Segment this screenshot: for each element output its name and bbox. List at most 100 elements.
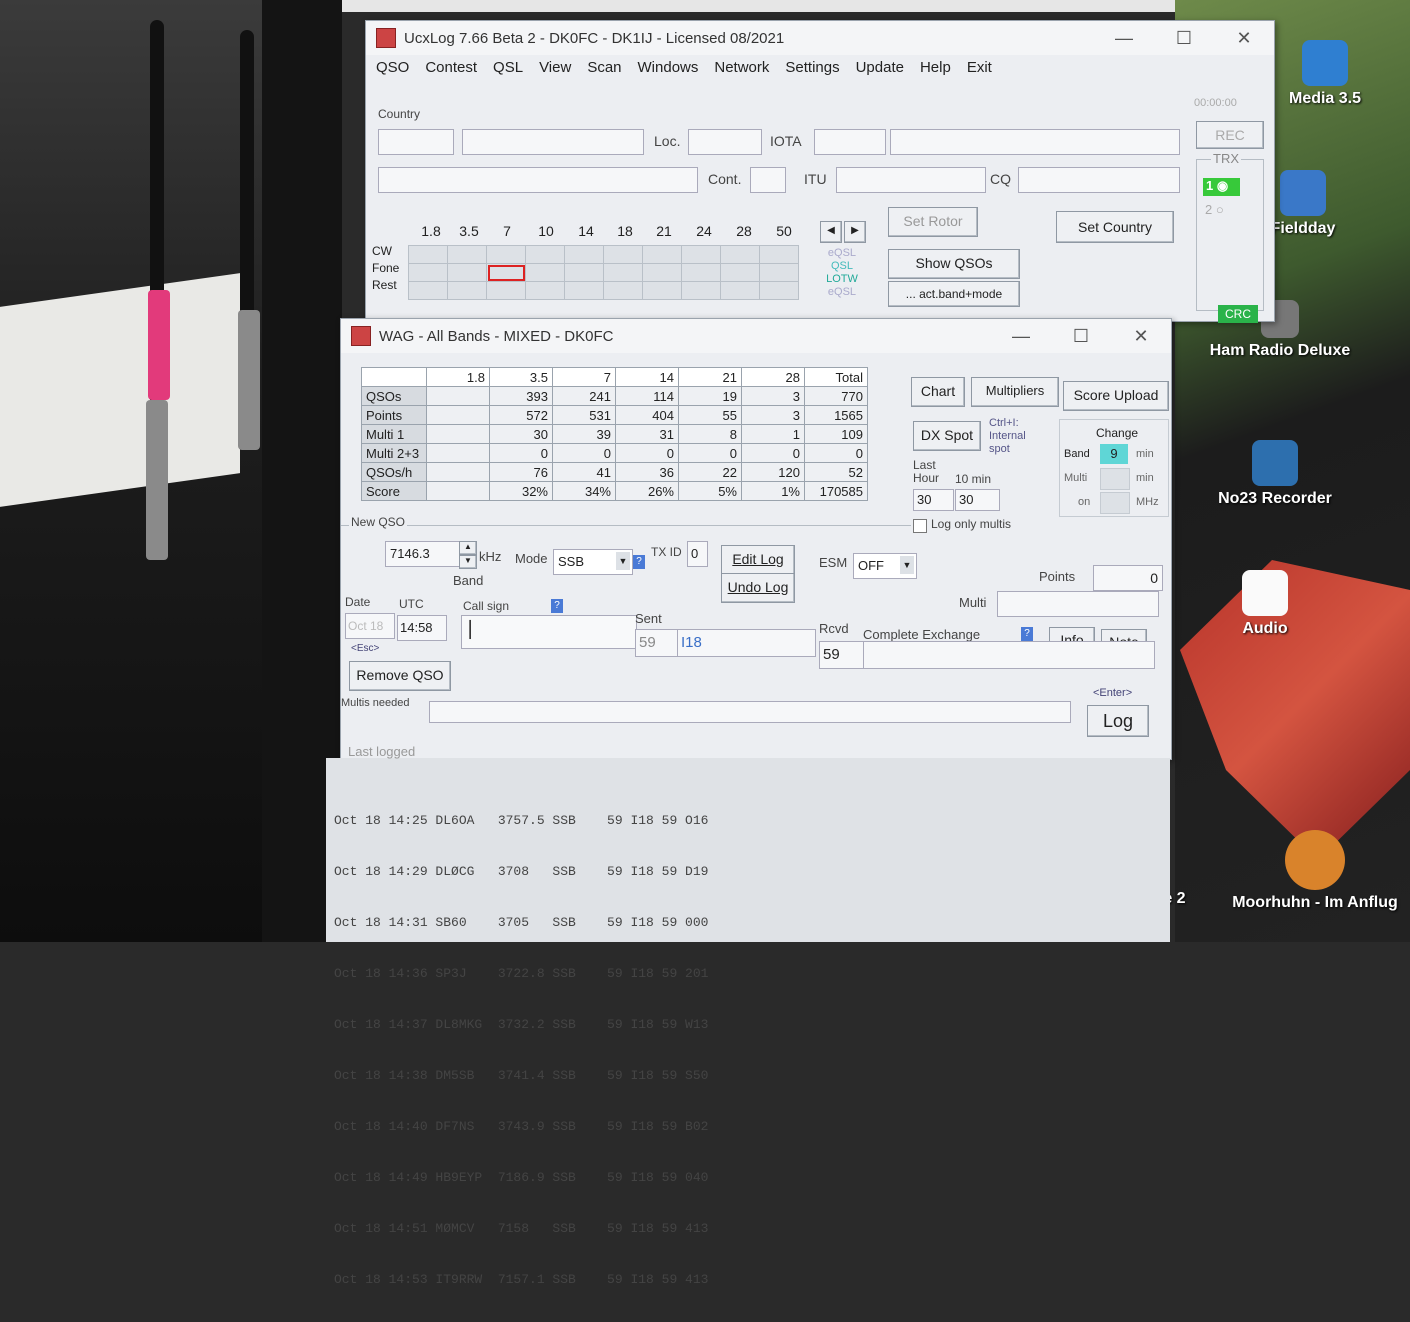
iota-name-field[interactable] <box>890 129 1180 155</box>
change-multi-field[interactable] <box>1100 468 1130 490</box>
menu-settings[interactable]: Settings <box>785 59 839 76</box>
list-item[interactable]: Oct 18 14:36 SP3J 3722.8 SSB 59 I18 59 2… <box>334 965 708 982</box>
chevron-down-icon[interactable]: ▼ <box>900 556 914 574</box>
table-cell: 241 <box>552 386 616 406</box>
menu-exit[interactable]: Exit <box>967 59 992 76</box>
help-icon[interactable]: ? <box>633 555 645 569</box>
ucxlog-main-window: UcxLog 7.66 Beta 2 - DK0FC - DK1IJ - Lic… <box>365 20 1275 323</box>
list-item[interactable]: Oct 18 14:49 HB9EYP 7186.9 SSB 59 I18 59… <box>334 1169 708 1186</box>
menu-contest[interactable]: Contest <box>425 59 477 76</box>
date-field[interactable]: Oct 18 <box>345 613 395 639</box>
table-cell: 34% <box>552 481 616 501</box>
help-icon[interactable]: ? <box>551 599 563 613</box>
last-hour-rate: 30 <box>913 489 954 511</box>
act-band-mode-button[interactable]: ... act.band+mode <box>888 281 1020 307</box>
country-name-field[interactable] <box>462 129 644 155</box>
menu-help[interactable]: Help <box>920 59 951 76</box>
menu-windows[interactable]: Windows <box>638 59 699 76</box>
edit-log-button[interactable]: Edit Log <box>721 545 795 575</box>
set-rotor-button[interactable]: Set Rotor <box>888 207 978 237</box>
multis-needed-label: Multis needed <box>341 697 410 709</box>
cq-field[interactable] <box>1018 167 1180 193</box>
log-only-multis-checkbox[interactable] <box>913 519 927 533</box>
set-country-button[interactable]: Set Country <box>1056 211 1174 243</box>
country-prefix-field[interactable] <box>378 129 454 155</box>
multi-field <box>997 591 1159 617</box>
desktop-icon-no23-recorder[interactable]: No23 Recorder <box>1195 440 1355 508</box>
menu-qsl[interactable]: QSL <box>493 59 523 76</box>
country-info-field[interactable] <box>378 167 698 193</box>
cont-field[interactable] <box>750 167 786 193</box>
list-item[interactable]: Oct 18 14:31 SB60 3705 SSB 59 I18 59 000 <box>334 914 708 931</box>
mode-select[interactable]: SSB ▼ <box>553 549 633 575</box>
sent-exchange-field[interactable]: I18 <box>677 629 816 657</box>
chevron-down-icon[interactable]: ▼ <box>616 552 630 570</box>
esm-select[interactable]: OFF ▼ <box>853 553 917 579</box>
maximize-icon[interactable]: ☐ <box>1051 326 1111 347</box>
log-button[interactable]: Log <box>1087 705 1149 737</box>
ucxlog-app-icon <box>351 326 371 346</box>
maximize-icon[interactable]: ☐ <box>1154 28 1214 49</box>
iota-label: IOTA <box>770 133 802 149</box>
band-button-label[interactable]: Band <box>453 573 483 588</box>
change-on-field[interactable] <box>1100 492 1130 514</box>
menu-scan[interactable]: Scan <box>587 59 621 76</box>
scroll-right-button[interactable]: ▶ <box>844 221 866 243</box>
close-icon[interactable]: ✕ <box>1214 28 1274 49</box>
itu-field[interactable] <box>836 167 986 193</box>
menu-qso[interactable]: QSO <box>376 59 409 76</box>
menu-view[interactable]: View <box>539 59 571 76</box>
band-label: 7 <box>503 223 511 239</box>
list-item[interactable]: Oct 18 14:25 DL6OA 3757.5 SSB 59 I18 59 … <box>334 812 708 829</box>
help-icon[interactable]: ? <box>1021 627 1033 641</box>
wag-score-window: WAG - All Bands - MIXED - DK0FC — ☐ ✕ 1.… <box>340 318 1172 760</box>
show-qsos-button[interactable]: Show QSOs <box>888 249 1020 279</box>
utc-label: UTC <box>399 597 424 611</box>
row-label: QSOs/h <box>361 462 427 482</box>
desktop-icon-moorhuhn[interactable]: Moorhuhn - Im Anflug <box>1230 830 1400 912</box>
desktop-icon-audio[interactable]: Audio <box>1190 570 1340 638</box>
list-item[interactable]: Oct 18 14:38 DM5SB 3741.4 SSB 59 I18 59 … <box>334 1067 708 1084</box>
list-item[interactable]: Oct 18 14:53 IT9RRW 7157.1 SSB 59 I18 59… <box>334 1271 708 1288</box>
enter-hint: <Enter> <box>1093 687 1133 699</box>
dx-spot-button[interactable]: DX Spot <box>913 421 981 451</box>
rcvd-rst-field[interactable]: 59 <box>819 641 864 669</box>
minimize-icon[interactable]: — <box>991 326 1051 347</box>
frequency-field[interactable]: 7146.3 <box>385 541 461 567</box>
freq-down-button[interactable]: ▼ <box>459 555 477 569</box>
column-header <box>361 367 427 387</box>
menu-update[interactable]: Update <box>856 59 904 76</box>
trx1-radio[interactable]: 1 ◉ <box>1203 178 1240 196</box>
change-band-field[interactable]: 9 <box>1100 444 1128 464</box>
txid-field[interactable]: 0 <box>687 541 708 567</box>
undo-log-button[interactable]: Undo Log <box>721 573 795 603</box>
menu-network[interactable]: Network <box>714 59 769 76</box>
audio-folder-icon <box>1242 570 1288 616</box>
list-item[interactable]: Oct 18 14:40 DF7NS 3743.9 SSB 59 I18 59 … <box>334 1118 708 1135</box>
utc-field[interactable]: 14:58 <box>397 615 447 641</box>
table-row: QSOs/h 76 41 36 22 120 52 <box>361 462 868 482</box>
trx2-radio[interactable]: 2 ○ <box>1205 202 1224 217</box>
score-table-header: 1.8 3.5 7 14 21 28 Total <box>361 367 868 387</box>
score-upload-button[interactable]: Score Upload <box>1063 381 1169 411</box>
loc-label: Loc. <box>654 133 681 149</box>
freq-up-button[interactable]: ▲ <box>459 541 477 555</box>
chart-button[interactable]: Chart <box>911 377 965 407</box>
table-cell: 109 <box>804 424 868 444</box>
scroll-left-button[interactable]: ◀ <box>820 221 842 243</box>
callsign-input[interactable]: ⎢ <box>461 615 637 649</box>
list-item[interactable]: Oct 18 14:51 MØMCV 7158 SSB 59 I18 59 41… <box>334 1220 708 1237</box>
rec-button[interactable]: REC <box>1196 121 1264 149</box>
iota-field[interactable] <box>814 129 886 155</box>
rcvd-exchange-field[interactable] <box>863 641 1155 669</box>
list-item[interactable]: Oct 18 14:29 DLØCG 3708 SSB 59 I18 59 D1… <box>334 863 708 880</box>
band-label: 21 <box>656 223 672 239</box>
close-icon[interactable]: ✕ <box>1111 326 1171 347</box>
loc-field[interactable] <box>688 129 762 155</box>
remove-qso-button[interactable]: Remove QSO <box>349 661 451 691</box>
list-item[interactable]: Oct 18 14:37 DL8MKG 3732.2 SSB 59 I18 59… <box>334 1016 708 1033</box>
sent-rst-field[interactable]: 59 <box>635 629 678 657</box>
multipliers-button[interactable]: Multipliers <box>971 377 1059 407</box>
current-band-mode-cell <box>486 263 526 282</box>
minimize-icon[interactable]: — <box>1094 28 1154 49</box>
